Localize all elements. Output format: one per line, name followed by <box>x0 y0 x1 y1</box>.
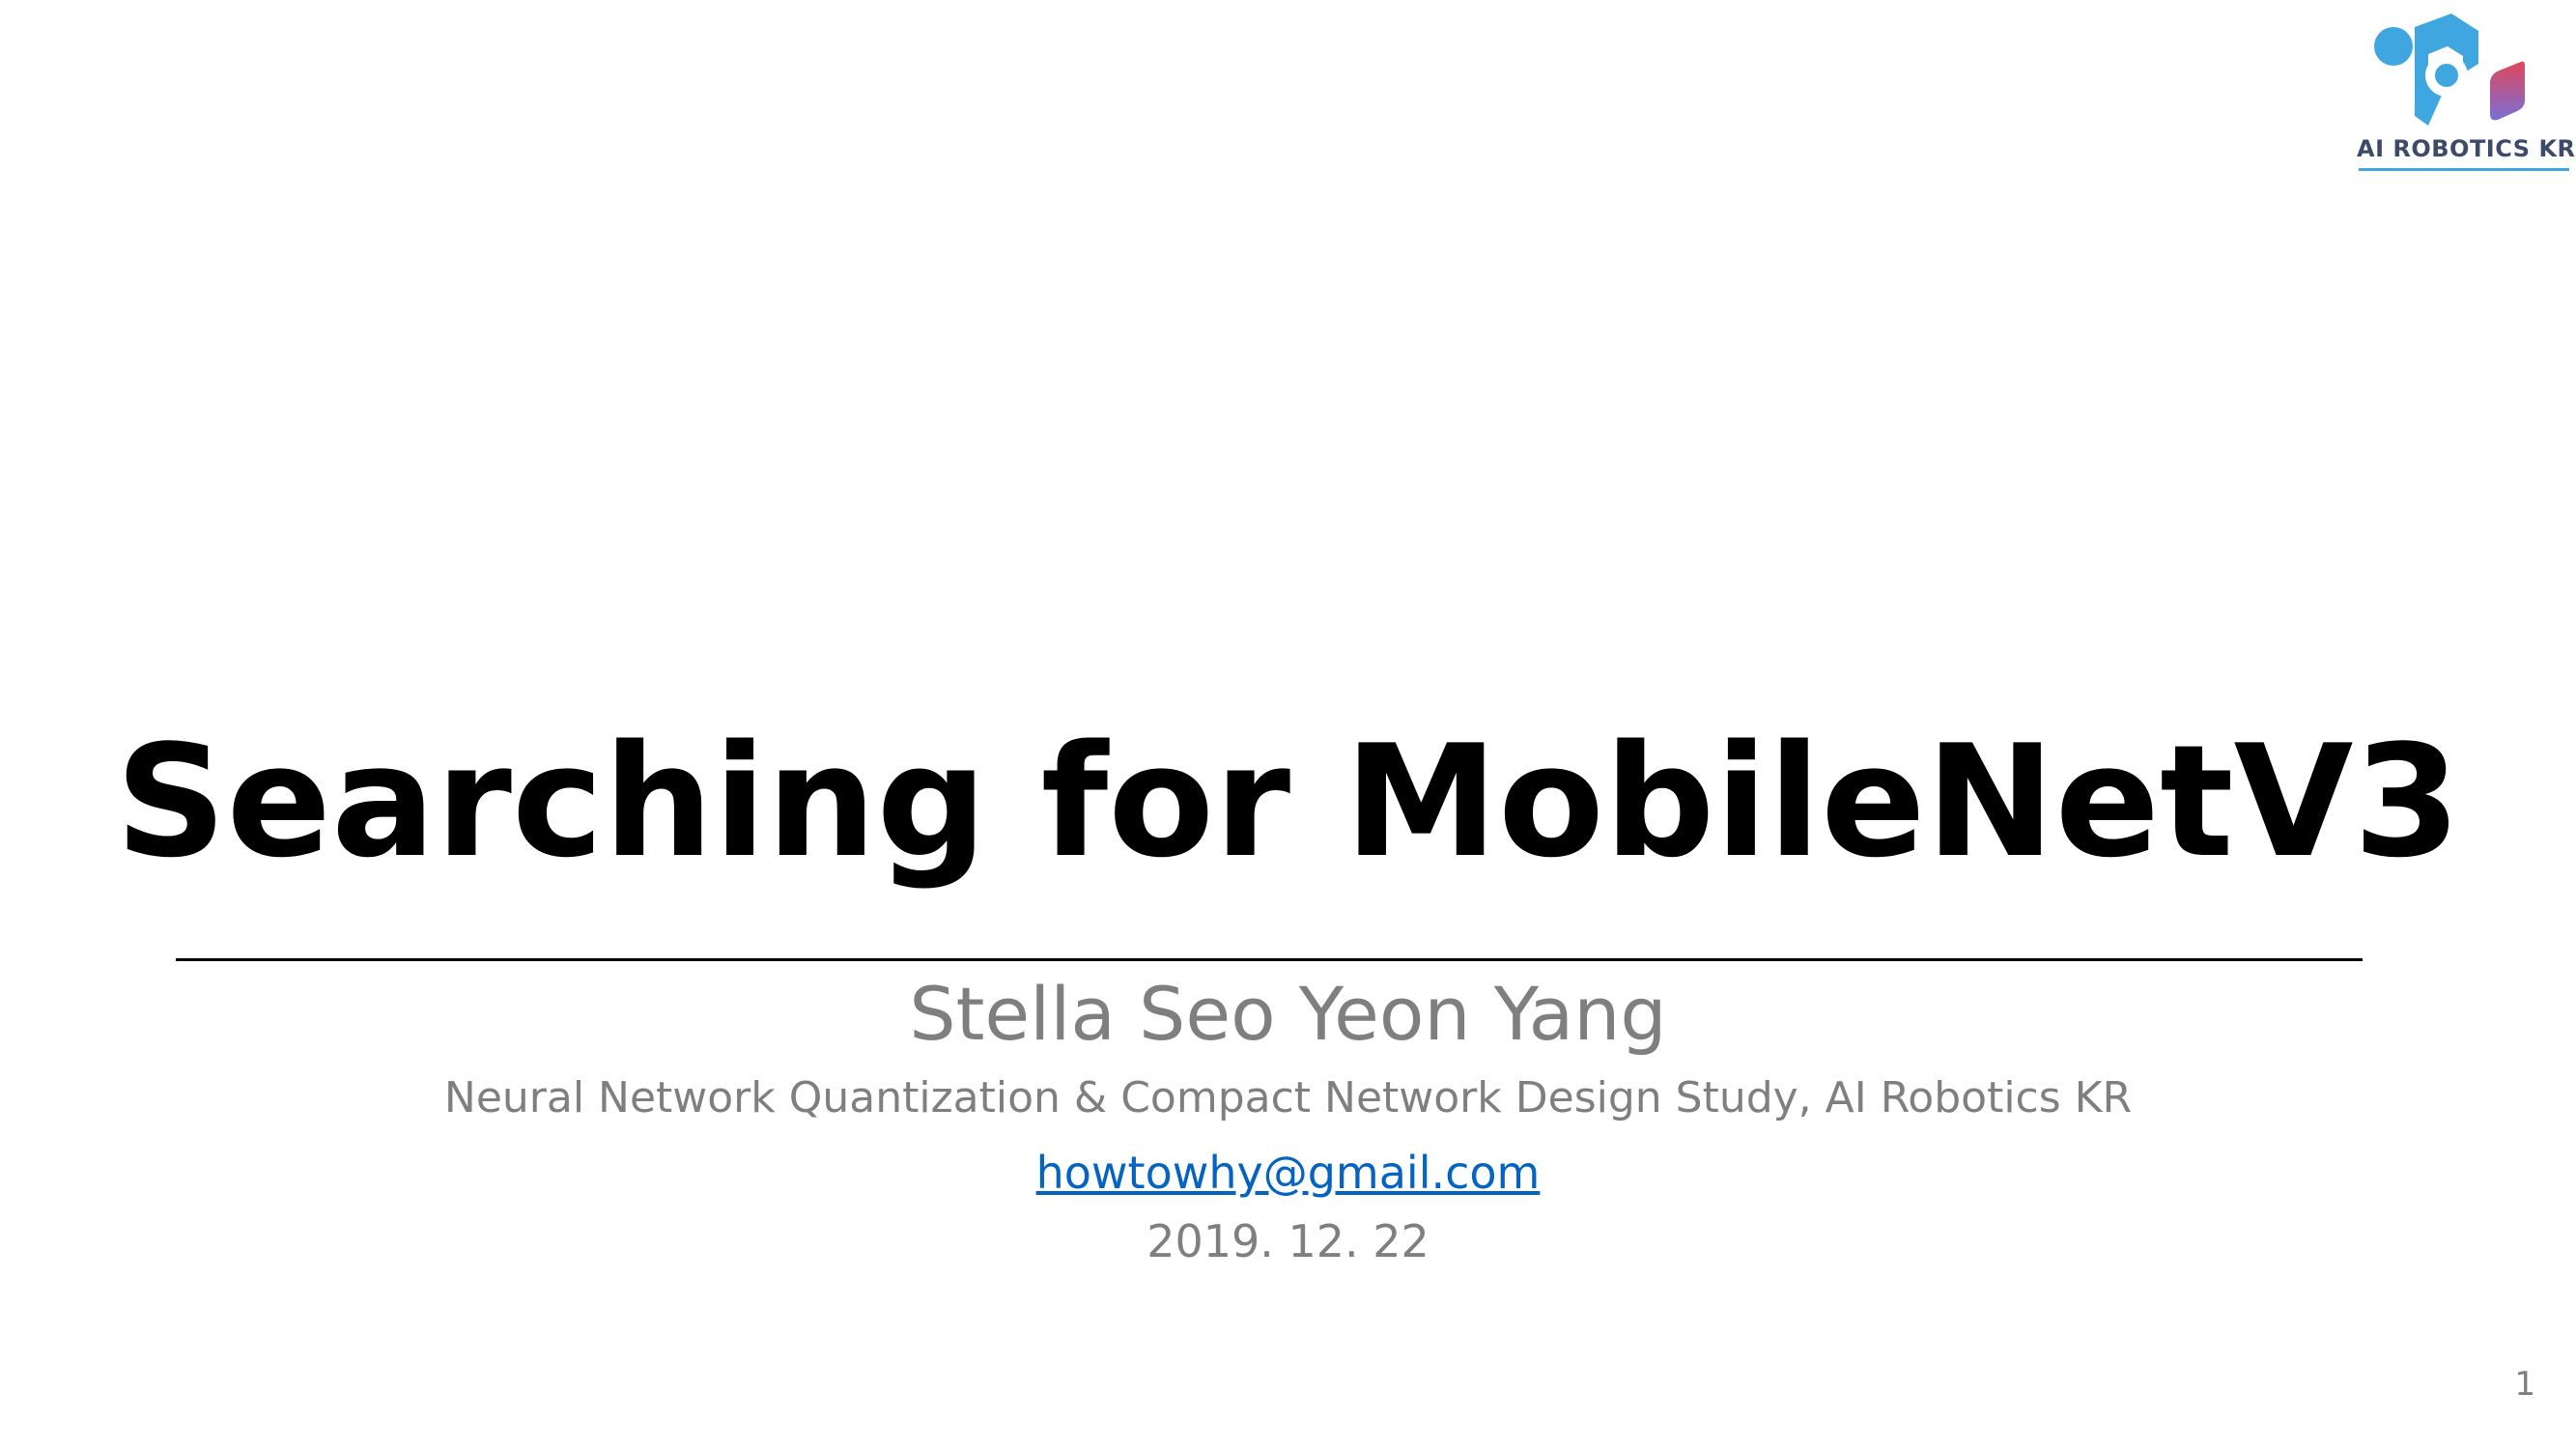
ai-robotics-kr-logo: AI ROBOTICS KR <box>2357 10 2576 174</box>
logo-underline <box>2359 168 2569 171</box>
logo-text: AI ROBOTICS KR <box>2357 135 2576 162</box>
title-divider <box>176 958 2363 961</box>
ai-robotics-kr-logo-icon <box>2374 14 2525 126</box>
slide: AI ROBOTICS KR Searching for MobileNetV3… <box>0 0 2576 1449</box>
slide-title: Searching for MobileNetV3 <box>115 711 2461 892</box>
email-line: howtowhy@gmail.com <box>0 1142 2576 1204</box>
author-name: Stella Seo Yeon Yang <box>909 971 1667 1057</box>
presentation-date: 2019. 12. 22 <box>1146 1215 1430 1267</box>
affiliation: Neural Network Quantization & Compact Ne… <box>443 1073 2133 1122</box>
page-number: 1 <box>2514 1365 2535 1404</box>
email-link[interactable]: howtowhy@gmail.com <box>1036 1147 1541 1199</box>
